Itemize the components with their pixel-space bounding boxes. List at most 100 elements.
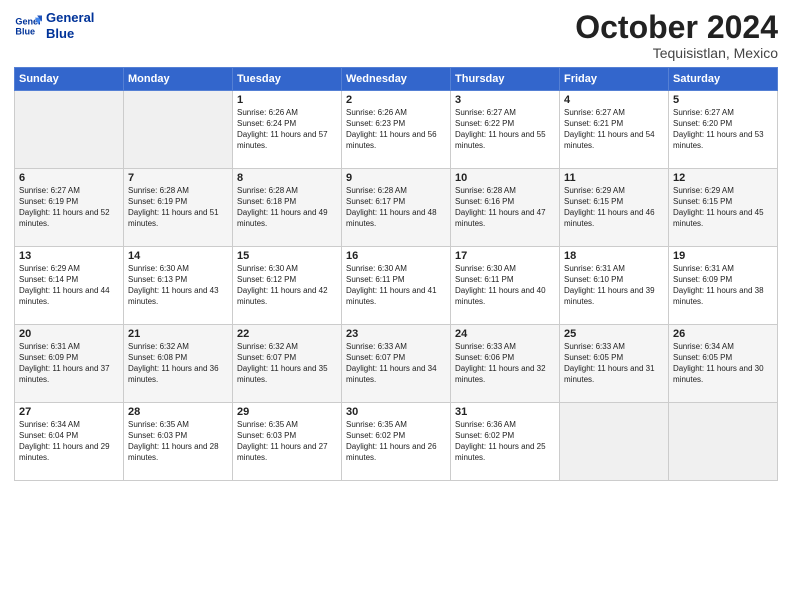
day-number: 21: [128, 328, 228, 340]
day-number: 20: [19, 328, 119, 340]
day-cell: 30 Sunrise: 6:35 AMSunset: 6:02 PMDayligh…: [342, 403, 451, 481]
week-row-2: 6Sunrise: 6:27 AMSunset: 6:19 PMDaylight…: [15, 169, 778, 247]
day-cell: 18Sunrise: 6:31 AMSunset: 6:10 PMDayligh…: [560, 247, 669, 325]
day-cell: 20 Sunrise: 6:31 AMSunset: 6:09 PMDayligh…: [15, 325, 124, 403]
day-cell: 12 Sunrise: 6:29 AMSunset: 6:15 PMDayligh…: [669, 169, 778, 247]
day-cell: 31 Sunrise: 6:36 AMSunset: 6:02 PMDayligh…: [451, 403, 560, 481]
day-info: Sunrise: 6:29 AMSunset: 6:14 PMDaylight:…: [19, 264, 119, 307]
day-info: Sunrise: 6:32 AMSunset: 6:07 PMDaylight:…: [237, 342, 337, 385]
day-number: 27: [19, 406, 119, 418]
day-info: Sunrise: 6:35 AMSunset: 6:02 PMDaylight:…: [346, 420, 446, 463]
day-number: 15: [237, 250, 337, 262]
logo: General Blue General Blue: [14, 10, 94, 41]
day-number: 12: [673, 172, 773, 184]
header-sunday: Sunday: [15, 68, 124, 91]
calendar-table: SundayMondayTuesdayWednesdayThursdayFrid…: [14, 67, 778, 481]
day-cell: 26 Sunrise: 6:34 AMSunset: 6:05 PMDayligh…: [669, 325, 778, 403]
day-cell: 22 Sunrise: 6:32 AMSunset: 6:07 PMDayligh…: [233, 325, 342, 403]
day-info: Sunrise: 6:26 AMSunset: 6:23 PMDaylight:…: [346, 108, 446, 151]
week-row-3: 13 Sunrise: 6:29 AMSunset: 6:14 PMDayligh…: [15, 247, 778, 325]
day-cell: 16 Sunrise: 6:30 AMSunset: 6:11 PMDayligh…: [342, 247, 451, 325]
day-cell: [669, 403, 778, 481]
week-row-5: 27 Sunrise: 6:34 AMSunset: 6:04 PMDayligh…: [15, 403, 778, 481]
day-number: 11: [564, 172, 664, 184]
day-number: 14: [128, 250, 228, 262]
day-cell: 29 Sunrise: 6:35 AMSunset: 6:03 PMDayligh…: [233, 403, 342, 481]
day-number: 18: [564, 250, 664, 262]
day-info: Sunrise: 6:31 AMSunset: 6:09 PMDaylight:…: [19, 342, 119, 385]
day-info: Sunrise: 6:27 AMSunset: 6:22 PMDaylight:…: [455, 108, 555, 151]
header-wednesday: Wednesday: [342, 68, 451, 91]
header-monday: Monday: [124, 68, 233, 91]
day-info: Sunrise: 6:28 AMSunset: 6:19 PMDaylight:…: [128, 186, 228, 229]
day-number: 3: [455, 94, 555, 106]
day-number: 31: [455, 406, 555, 418]
day-cell: 6Sunrise: 6:27 AMSunset: 6:19 PMDaylight…: [15, 169, 124, 247]
day-cell: 13 Sunrise: 6:29 AMSunset: 6:14 PMDayligh…: [15, 247, 124, 325]
day-number: 8: [237, 172, 337, 184]
day-number: 30: [346, 406, 446, 418]
page: General Blue General Blue October 2024 T…: [0, 0, 792, 612]
day-number: 5: [673, 94, 773, 106]
day-cell: [124, 91, 233, 169]
day-info: Sunrise: 6:34 AMSunset: 6:04 PMDaylight:…: [19, 420, 119, 463]
day-info: Sunrise: 6:36 AMSunset: 6:02 PMDaylight:…: [455, 420, 555, 463]
day-number: 19: [673, 250, 773, 262]
day-info: Sunrise: 6:28 AMSunset: 6:17 PMDaylight:…: [346, 186, 446, 229]
day-cell: 8 Sunrise: 6:28 AMSunset: 6:18 PMDaylight…: [233, 169, 342, 247]
day-cell: 7 Sunrise: 6:28 AMSunset: 6:19 PMDaylight…: [124, 169, 233, 247]
week-row-4: 20 Sunrise: 6:31 AMSunset: 6:09 PMDayligh…: [15, 325, 778, 403]
day-cell: [15, 91, 124, 169]
day-info: Sunrise: 6:30 AMSunset: 6:13 PMDaylight:…: [128, 264, 228, 307]
day-cell: 23Sunrise: 6:33 AMSunset: 6:07 PMDayligh…: [342, 325, 451, 403]
day-number: 29: [237, 406, 337, 418]
svg-text:Blue: Blue: [15, 26, 35, 36]
day-number: 1: [237, 94, 337, 106]
day-info: Sunrise: 6:32 AMSunset: 6:08 PMDaylight:…: [128, 342, 228, 385]
day-number: 22: [237, 328, 337, 340]
day-number: 9: [346, 172, 446, 184]
day-info: Sunrise: 6:33 AMSunset: 6:07 PMDaylight:…: [346, 342, 446, 385]
day-cell: 2Sunrise: 6:26 AMSunset: 6:23 PMDaylight…: [342, 91, 451, 169]
day-cell: 19 Sunrise: 6:31 AMSunset: 6:09 PMDayligh…: [669, 247, 778, 325]
day-number: 26: [673, 328, 773, 340]
day-info: Sunrise: 6:29 AMSunset: 6:15 PMDaylight:…: [673, 186, 773, 229]
day-cell: [560, 403, 669, 481]
day-info: Sunrise: 6:27 AMSunset: 6:20 PMDaylight:…: [673, 108, 773, 151]
day-cell: 1 Sunrise: 6:26 AMSunset: 6:24 PMDaylight…: [233, 91, 342, 169]
day-info: Sunrise: 6:34 AMSunset: 6:05 PMDaylight:…: [673, 342, 773, 385]
day-info: Sunrise: 6:33 AMSunset: 6:06 PMDaylight:…: [455, 342, 555, 385]
day-number: 17: [455, 250, 555, 262]
header-row: SundayMondayTuesdayWednesdayThursdayFrid…: [15, 68, 778, 91]
day-info: Sunrise: 6:27 AMSunset: 6:21 PMDaylight:…: [564, 108, 664, 151]
week-row-1: 1 Sunrise: 6:26 AMSunset: 6:24 PMDaylight…: [15, 91, 778, 169]
day-cell: 25Sunrise: 6:33 AMSunset: 6:05 PMDayligh…: [560, 325, 669, 403]
day-cell: 14 Sunrise: 6:30 AMSunset: 6:13 PMDayligh…: [124, 247, 233, 325]
day-info: Sunrise: 6:30 AMSunset: 6:11 PMDaylight:…: [455, 264, 555, 307]
title-block: October 2024 Tequisistlan, Mexico: [575, 10, 778, 61]
location: Tequisistlan, Mexico: [575, 45, 778, 61]
day-cell: 9 Sunrise: 6:28 AMSunset: 6:17 PMDaylight…: [342, 169, 451, 247]
header-saturday: Saturday: [669, 68, 778, 91]
day-info: Sunrise: 6:31 AMSunset: 6:09 PMDaylight:…: [673, 264, 773, 307]
day-info: Sunrise: 6:26 AMSunset: 6:24 PMDaylight:…: [237, 108, 337, 151]
header-thursday: Thursday: [451, 68, 560, 91]
day-info: Sunrise: 6:35 AMSunset: 6:03 PMDaylight:…: [237, 420, 337, 463]
header: General Blue General Blue October 2024 T…: [14, 10, 778, 61]
day-info: Sunrise: 6:30 AMSunset: 6:12 PMDaylight:…: [237, 264, 337, 307]
day-cell: 15 Sunrise: 6:30 AMSunset: 6:12 PMDayligh…: [233, 247, 342, 325]
day-cell: 4Sunrise: 6:27 AMSunset: 6:21 PMDaylight…: [560, 91, 669, 169]
day-number: 7: [128, 172, 228, 184]
day-number: 24: [455, 328, 555, 340]
day-cell: 3 Sunrise: 6:27 AMSunset: 6:22 PMDaylight…: [451, 91, 560, 169]
day-info: Sunrise: 6:28 AMSunset: 6:16 PMDaylight:…: [455, 186, 555, 229]
day-cell: 10Sunrise: 6:28 AMSunset: 6:16 PMDayligh…: [451, 169, 560, 247]
day-info: Sunrise: 6:30 AMSunset: 6:11 PMDaylight:…: [346, 264, 446, 307]
logo-blue: Blue: [46, 26, 94, 42]
day-number: 16: [346, 250, 446, 262]
day-info: Sunrise: 6:28 AMSunset: 6:18 PMDaylight:…: [237, 186, 337, 229]
day-info: Sunrise: 6:35 AMSunset: 6:03 PMDaylight:…: [128, 420, 228, 463]
day-number: 13: [19, 250, 119, 262]
day-number: 28: [128, 406, 228, 418]
day-cell: 11Sunrise: 6:29 AMSunset: 6:15 PMDayligh…: [560, 169, 669, 247]
